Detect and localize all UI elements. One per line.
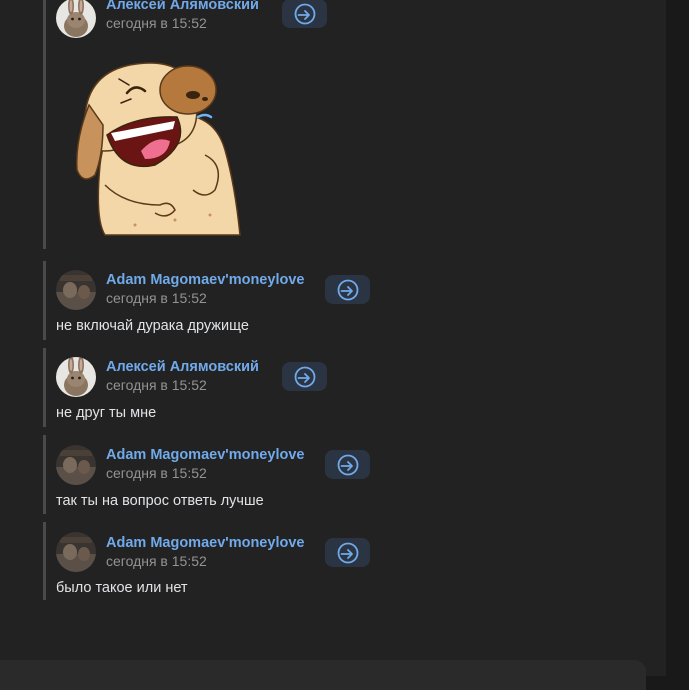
forward-button[interactable] bbox=[282, 362, 327, 391]
message-item: Adam Magomaev'moneylove сегодня в 15:52 … bbox=[43, 435, 603, 514]
message-text: не друг ты мне bbox=[56, 405, 157, 421]
message-item: Алексей Алямовский сегодня в 15:52 не др… bbox=[43, 348, 603, 427]
rabbit-avatar-icon bbox=[56, 0, 96, 38]
avatar[interactable] bbox=[56, 532, 96, 572]
forward-button[interactable] bbox=[325, 450, 370, 479]
avatar[interactable] bbox=[56, 270, 96, 310]
forward-icon bbox=[337, 542, 358, 563]
message-text: было такое или нет bbox=[56, 580, 188, 596]
avatar[interactable] bbox=[56, 445, 96, 485]
quote-bar bbox=[43, 261, 46, 340]
forward-button[interactable] bbox=[282, 0, 327, 28]
author-name[interactable]: Adam Magomaev'moneylove bbox=[106, 447, 304, 463]
forward-button[interactable] bbox=[325, 275, 370, 304]
message-time[interactable]: сегодня в 15:52 bbox=[106, 553, 207, 569]
message-time[interactable]: сегодня в 15:52 bbox=[106, 377, 207, 393]
photo-avatar-icon bbox=[56, 532, 96, 572]
laughing-dog-sticker-image bbox=[76, 62, 241, 236]
message-input-area[interactable] bbox=[0, 660, 646, 690]
message-item: Adam Magomaev'moneylove сегодня в 15:52 … bbox=[43, 522, 603, 600]
avatar[interactable] bbox=[56, 0, 96, 38]
message-time[interactable]: сегодня в 15:52 bbox=[106, 290, 207, 306]
forward-icon bbox=[294, 3, 315, 24]
quote-bar bbox=[43, 522, 46, 600]
quote-bar bbox=[43, 0, 46, 249]
forward-button[interactable] bbox=[325, 538, 370, 567]
message-text: не включай дурака дружище bbox=[56, 318, 249, 334]
photo-avatar-icon bbox=[56, 445, 96, 485]
author-name[interactable]: Алексей Алямовский bbox=[106, 359, 259, 375]
avatar[interactable] bbox=[56, 357, 96, 397]
message-time[interactable]: сегодня в 15:52 bbox=[106, 465, 207, 481]
author-name[interactable]: Алексей Алямовский bbox=[106, 0, 259, 13]
forward-icon bbox=[294, 366, 315, 387]
forward-icon bbox=[337, 279, 358, 300]
message-text: так ты на вопрос ответь лучше bbox=[56, 493, 264, 509]
photo-avatar-icon bbox=[56, 270, 96, 310]
chat-history-panel: Алексей Алямовский сегодня в 15:52 Adam … bbox=[0, 0, 666, 690]
page-background-strip bbox=[666, 0, 689, 676]
rabbit-avatar-icon bbox=[56, 357, 96, 397]
message-item: Adam Magomaev'moneylove сегодня в 15:52 … bbox=[43, 261, 603, 340]
quote-bar bbox=[43, 348, 46, 427]
quote-bar bbox=[43, 435, 46, 514]
laughing-dog-sticker[interactable] bbox=[75, 55, 245, 240]
author-name[interactable]: Adam Magomaev'moneylove bbox=[106, 535, 304, 551]
message-time[interactable]: сегодня в 15:52 bbox=[106, 15, 207, 31]
author-name[interactable]: Adam Magomaev'moneylove bbox=[106, 272, 304, 288]
forward-icon bbox=[337, 454, 358, 475]
